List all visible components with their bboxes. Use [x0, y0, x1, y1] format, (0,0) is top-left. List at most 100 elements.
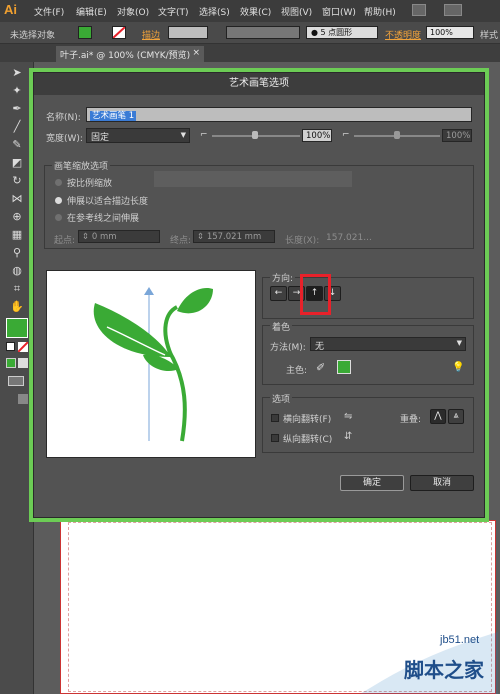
mesh-tool-icon[interactable]: ▦	[8, 228, 26, 242]
radio-stretch-between-guides[interactable]	[55, 214, 62, 221]
flip-across-checkbox[interactable]	[271, 434, 279, 442]
chevron-down-icon: ▼	[180, 131, 186, 139]
workspace-switcher-icon[interactable]	[444, 4, 462, 16]
width-tool-icon[interactable]: ⋈	[8, 192, 26, 206]
length-label: 长度(X):	[285, 236, 320, 246]
radio-stretch-to-fit[interactable]	[55, 197, 62, 204]
menu-view[interactable]: 视图(V)	[281, 5, 312, 18]
direction-label: 方向:	[270, 271, 296, 284]
colorization-title: 着色	[270, 320, 293, 333]
color-mode-icon[interactable]	[6, 358, 16, 368]
overlap-no-overlap-icon[interactable]: ⩓	[448, 409, 464, 424]
stroke-label[interactable]: 描边	[142, 28, 160, 41]
length-value: 157.021...	[326, 233, 372, 243]
fill-color-swatch[interactable]	[78, 26, 92, 39]
menu-effect[interactable]: 效果(C)	[240, 5, 271, 18]
scale-option-stretch-to-fit[interactable]: 伸展以适合描边长度	[67, 194, 148, 207]
left-leaf	[93, 303, 171, 357]
width-min-icon: ⌐	[200, 130, 208, 140]
chevron-down-icon: ▼	[456, 339, 462, 347]
menu-type[interactable]: 文字(T)	[158, 5, 189, 18]
width-select[interactable]: 固定 ▼	[86, 128, 190, 143]
stroke-color-swatch[interactable]	[112, 26, 126, 39]
width-percent-2[interactable]: 100%	[442, 129, 472, 142]
start-input[interactable]: ⇕ 0 mm	[78, 230, 160, 243]
sprout-branch	[163, 305, 179, 356]
fill-color-swatch-large[interactable]	[6, 318, 28, 338]
width-slider-1-thumb[interactable]	[252, 131, 258, 139]
eraser-tool-icon[interactable]: ◩	[8, 156, 26, 170]
method-select[interactable]: 无 ▼	[310, 337, 466, 352]
top-leaf	[177, 287, 213, 314]
cancel-button[interactable]: 取消	[410, 475, 474, 491]
menu-file[interactable]: 文件(F)	[34, 5, 64, 18]
menu-help[interactable]: 帮助(H)	[364, 5, 396, 18]
eyedropper-icon[interactable]: ✐	[316, 361, 325, 374]
name-input-value: 艺术画笔 1	[90, 111, 137, 121]
brush-preview	[46, 270, 256, 458]
screen-mode-icon[interactable]	[18, 394, 28, 404]
brush-definition-select[interactable]: ● 5 点圆形	[306, 26, 378, 39]
line-tool-icon[interactable]: ╱	[8, 120, 26, 134]
selection-tool-icon[interactable]: ➤	[8, 66, 26, 80]
document-tab[interactable]: 叶子.ai* @ 100% (CMYK/预览) ×	[56, 46, 204, 62]
scale-preview-strip	[154, 171, 352, 187]
flip-along-label[interactable]: 横向翻转(F)	[283, 412, 331, 425]
symbol-sprayer-tool-icon[interactable]: ◍	[8, 264, 26, 278]
scale-option-stretch-between-guides[interactable]: 在参考线之间伸展	[67, 211, 139, 224]
eyedropper-tool-icon[interactable]: ⚲	[8, 246, 26, 260]
magic-wand-tool-icon[interactable]: ✦	[8, 84, 26, 98]
variable-width-profile[interactable]	[226, 26, 300, 39]
leaf-sprout-artwork	[93, 287, 213, 442]
width-percent-1[interactable]: 100%	[302, 129, 332, 142]
scale-option-proportional[interactable]: 按比例缩放	[67, 176, 112, 189]
app-logo: Ai	[4, 2, 17, 17]
brush-definition-value: 5 点圆形	[320, 28, 353, 37]
style-label[interactable]: 样式	[480, 28, 498, 41]
watermark-site: jb51.net	[440, 634, 480, 646]
ok-button[interactable]: 确定	[340, 475, 404, 491]
key-color-label: 主色:	[286, 366, 308, 376]
rotate-tool-icon[interactable]: ↻	[8, 174, 26, 188]
overlap-adjust-corners-icon[interactable]: ⋀	[430, 409, 446, 424]
pen-tool-icon[interactable]: ✒	[8, 102, 26, 116]
paintbrush-tool-icon[interactable]: ✎	[8, 138, 26, 152]
stroke-weight-field[interactable]	[168, 26, 208, 39]
menu-object[interactable]: 对象(O)	[117, 5, 149, 18]
method-label: 方法(M):	[270, 343, 306, 353]
end-input-value: 157.021 mm	[206, 232, 262, 242]
flip-across-label[interactable]: 纵向翻转(C)	[283, 432, 332, 445]
direction-left-button[interactable]: ←	[270, 286, 287, 301]
width-slider-2-thumb[interactable]	[394, 131, 400, 139]
end-label: 终点:	[170, 236, 192, 246]
close-tab-icon[interactable]: ×	[192, 48, 200, 58]
end-input[interactable]: ⇕ 157.021 mm	[193, 230, 275, 243]
width-select-value: 固定	[91, 133, 110, 143]
menu-edit[interactable]: 编辑(E)	[76, 5, 107, 18]
none-color-icon[interactable]	[17, 341, 29, 353]
method-select-value: 无	[315, 342, 325, 352]
hand-tool-icon[interactable]: ✋	[8, 300, 26, 314]
drawing-mode-icon[interactable]	[8, 376, 24, 386]
options-title: 选项	[270, 392, 293, 405]
menu-select[interactable]: 选择(S)	[199, 5, 230, 18]
key-color-swatch[interactable]	[337, 360, 351, 374]
direction-highlight-box	[300, 274, 331, 315]
selection-status: 未选择对象	[10, 31, 56, 41]
art-brush-options-dialog: 艺术画笔选项 名称(N): 艺术画笔 1 宽度(W): 固定 ▼ ⌐ 100% …	[33, 72, 485, 518]
opacity-label[interactable]: 不透明度	[385, 28, 421, 41]
dialog-title[interactable]: 艺术画笔选项	[34, 73, 484, 95]
start-input-value: 0 mm	[91, 232, 117, 242]
radio-proportional[interactable]	[55, 179, 62, 186]
gradient-mode-icon[interactable]	[18, 358, 28, 368]
tips-lightbulb-icon[interactable]: 💡	[452, 362, 464, 373]
name-input[interactable]: 艺术画笔 1	[86, 107, 472, 122]
colorization-group	[262, 325, 474, 385]
bridge-icon[interactable]	[412, 4, 426, 16]
menu-window[interactable]: 窗口(W)	[322, 5, 356, 18]
opacity-input[interactable]: 100%	[426, 26, 474, 39]
default-colors-icon[interactable]	[6, 342, 15, 351]
flip-along-checkbox[interactable]	[271, 414, 279, 422]
artboard-tool-icon[interactable]: ⌗	[8, 282, 26, 296]
shape-builder-tool-icon[interactable]: ⊕	[8, 210, 26, 224]
